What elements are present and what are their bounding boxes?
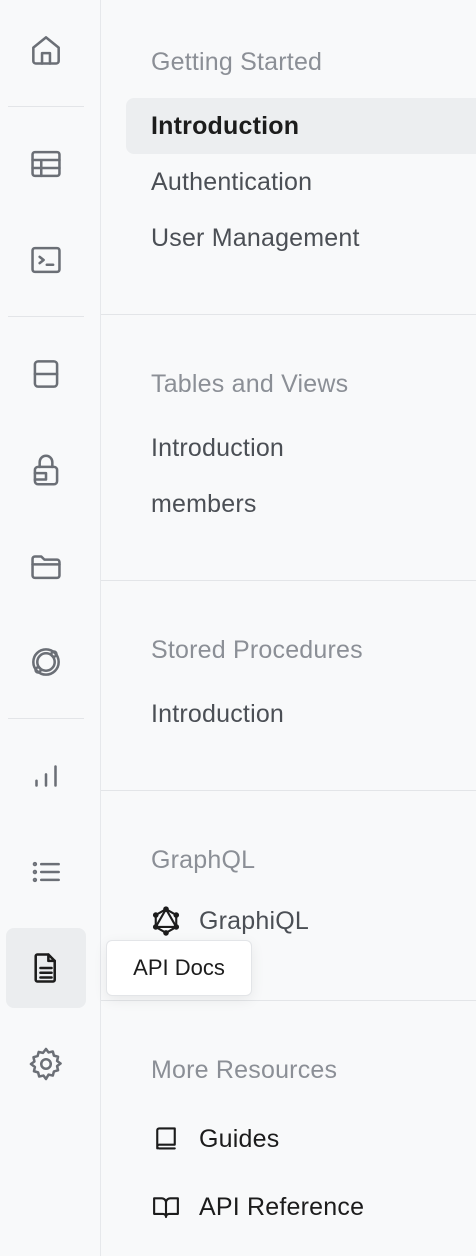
menu-item-guides-label: Guides [199,1124,280,1153]
rail-divider [8,106,84,107]
api-docs-menu: Getting Started Introduction Authenticat… [101,0,476,1256]
menu-item-authentication[interactable]: Authentication [151,168,312,197]
section-title-stored-procedures: Stored Procedures [151,636,363,664]
section-divider [101,580,476,581]
menu-item-introduction-active[interactable]: Introduction [126,98,476,154]
storage-icon[interactable] [6,526,86,606]
menu-item-graphiql[interactable]: GraphiQL [151,906,309,936]
section-title-getting-started: Getting Started [151,48,323,76]
section-title-graphql: GraphQL [151,846,256,874]
section-divider [101,314,476,315]
rail-divider [8,718,84,719]
database-icon[interactable] [6,334,86,414]
section-title-more-resources: More Resources [151,1056,338,1084]
icon-sidebar [0,0,101,1256]
menu-item-api-reference[interactable]: API Reference [151,1192,364,1222]
table-editor-icon[interactable] [6,124,86,204]
logs-icon[interactable] [6,832,86,912]
graphql-icon [152,906,180,936]
reports-icon[interactable] [6,736,86,816]
book-icon [156,1127,176,1150]
menu-item-members[interactable]: members [151,490,257,519]
api-docs-tooltip: API Docs [106,940,252,996]
menu-item-user-management[interactable]: User Management [151,224,360,253]
realtime-icon[interactable] [6,622,86,702]
menu-item-api-reference-label: API Reference [199,1192,365,1221]
section-title-tables-views: Tables and Views [151,370,349,398]
settings-icon[interactable] [6,1024,86,1104]
section-divider [101,790,476,791]
sql-editor-icon[interactable] [6,220,86,300]
menu-item-guides[interactable]: Guides [151,1124,279,1154]
home-icon[interactable] [6,10,86,90]
menu-item-tables-introduction[interactable]: Introduction [151,434,284,463]
menu-item-procedures-introduction[interactable]: Introduction [151,700,284,729]
auth-icon[interactable] [6,430,86,510]
api-docs-icon[interactable] [6,928,86,1008]
rail-divider [8,316,84,317]
section-divider [101,1000,476,1001]
book-open-icon [153,1197,179,1219]
menu-item-graphiql-label: GraphiQL [199,906,309,935]
